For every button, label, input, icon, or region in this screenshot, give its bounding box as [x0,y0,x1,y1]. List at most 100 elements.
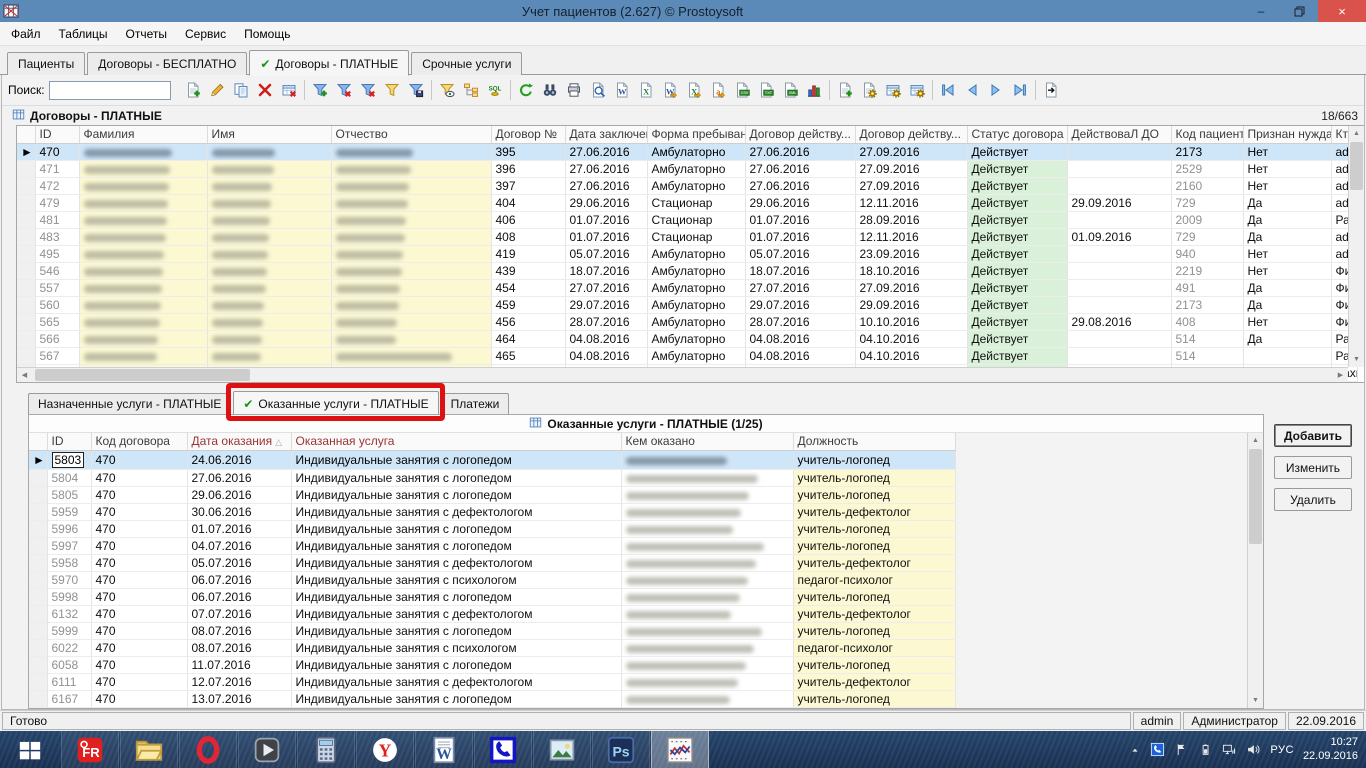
row-selector[interactable] [29,605,47,622]
sql-query-icon[interactable]: SQL [483,78,507,102]
export-word-icon[interactable]: W [610,78,634,102]
row-selector[interactable] [29,588,47,605]
subtable-add-icon[interactable] [833,78,857,102]
column-header[interactable]: Договор действу... [855,126,967,143]
table-row[interactable]: 49541905.07.2016Амбулаторно05.07.201623.… [17,245,1357,262]
table-row[interactable]: 47139627.06.2016Амбулаторно27.06.201627.… [17,160,1357,177]
scroll-up-icon[interactable]: ▲ [1248,433,1263,448]
table-row[interactable]: 56545628.07.2016Амбулаторно28.07.201610.… [17,313,1357,330]
flag-icon[interactable] [1174,742,1189,757]
table-row[interactable]: 613247007.07.2016Индивидуальные занятия … [29,605,955,622]
table-row[interactable]: 47940429.06.2016Стационар29.06.201612.11… [17,194,1357,211]
table-row[interactable]: 605847011.07.2016Индивидуальные занятия … [29,656,955,673]
row-selector[interactable] [17,313,35,330]
taskbar-yandex-icon[interactable]: Y [356,731,414,768]
taskbar-opera-icon[interactable] [179,731,237,768]
table-row[interactable]: 599847006.07.2016Индивидуальные занятия … [29,588,955,605]
search-input[interactable] [49,81,171,100]
scroll-down-icon[interactable]: ▼ [1349,352,1364,367]
scroll-thumb[interactable] [1350,142,1363,190]
export-doc-icon[interactable]: a [706,78,730,102]
group-tree-icon[interactable] [459,78,483,102]
column-header[interactable]: Фамилия [79,126,207,143]
nav-last-icon[interactable] [1008,78,1032,102]
row-selector[interactable]: ► [17,143,35,160]
column-header[interactable]: ДействоваЛ ДО [1067,126,1171,143]
row-selector[interactable] [17,262,35,279]
table-row[interactable]: 580547029.06.2016Индивидуальные занятия … [29,486,955,503]
table-row[interactable]: ►47039527.06.2016Амбулаторно27.06.201627… [17,143,1357,160]
row-selector[interactable] [17,177,35,194]
tab-Срочные услуги[interactable]: Срочные услуги [411,52,522,75]
print-preview-icon[interactable] [586,78,610,102]
table-row[interactable]: 597047006.07.2016Индивидуальные занятия … [29,571,955,588]
table-row[interactable]: 611147012.07.2016Индивидуальные занятия … [29,673,955,690]
chart-icon[interactable] [802,78,826,102]
subtab-Платежи[interactable]: Платежи [441,393,510,414]
filter-add-icon[interactable] [308,78,332,102]
column-header[interactable]: Статус договора△ [967,126,1067,143]
scroll-right-icon[interactable]: ▶ [1333,368,1348,382]
export-csv-icon[interactable]: CSV [730,78,754,102]
taskbar-phone-app-icon[interactable] [474,731,532,768]
services-vertical-scrollbar[interactable]: ▲ ▼ [1247,433,1263,708]
contracts-horizontal-scrollbar[interactable]: ◀ ▶ [17,367,1348,382]
export-excel-icon[interactable]: X [634,78,658,102]
add-button[interactable]: Добавить [1274,424,1352,447]
refresh-icon[interactable] [514,78,538,102]
subtab-Оказанные услуги - ПЛАТНЫЕ[interactable]: ✔Оказанные услуги - ПЛАТНЫЕ [233,391,438,414]
network-icon[interactable] [1222,742,1237,757]
taskbar-player-icon[interactable] [238,731,296,768]
menu-item-Помощь[interactable]: Помощь [235,24,299,44]
row-selector[interactable] [29,554,47,571]
column-header[interactable]: Отчество [331,126,491,143]
table-row[interactable]: 56746504.08.2016Амбулаторно04.08.201604.… [17,347,1357,364]
row-selector[interactable] [29,469,47,486]
tab-Пациенты[interactable]: Пациенты [7,52,85,75]
column-header[interactable]: Признан нуждаю... [1243,126,1331,143]
nav-next-icon[interactable] [984,78,1008,102]
row-selector[interactable] [29,537,47,554]
row-selector[interactable] [29,690,47,707]
record-properties-icon[interactable] [857,78,881,102]
table-row[interactable]: 56045929.07.2016Амбулаторно29.07.201629.… [17,296,1357,313]
language-indicator[interactable]: РУС [1270,744,1294,756]
export-txt-icon[interactable]: TXT [754,78,778,102]
delete-button[interactable]: Удалить [1274,488,1352,511]
export-excel-merge-icon[interactable]: X [682,78,706,102]
table-row[interactable]: 56646404.08.2016Амбулаторно04.08.201604.… [17,330,1357,347]
speaker-icon[interactable] [1246,742,1261,757]
row-selector[interactable] [17,160,35,177]
taskbar-photos-icon[interactable] [533,731,591,768]
export-word-merge-icon[interactable]: W [658,78,682,102]
nav-first-icon[interactable] [936,78,960,102]
row-selector[interactable] [29,622,47,639]
column-header[interactable]: Кем оказано [621,433,793,450]
filter-clear-icon[interactable] [356,78,380,102]
taskbar-start-button[interactable] [0,731,60,768]
row-selector[interactable] [29,707,47,709]
taskbar-calculator-icon[interactable] [297,731,355,768]
tray-phone-icon[interactable] [1150,742,1165,757]
find-icon[interactable] [538,78,562,102]
minimize-button[interactable]: – [1242,0,1280,22]
table-settings-icon[interactable] [905,78,929,102]
row-selector[interactable] [17,245,35,262]
edit-record-icon[interactable] [205,78,229,102]
scroll-left-icon[interactable]: ◀ [17,368,32,382]
delete-record-icon[interactable] [253,78,277,102]
scroll-thumb[interactable] [35,369,250,381]
row-selector[interactable] [29,656,47,673]
battery-icon[interactable] [1198,742,1213,757]
taskbar-explorer-icon[interactable] [120,731,178,768]
table-row[interactable]: 580447027.06.2016Индивидуальные занятия … [29,469,955,486]
close-button[interactable]: × [1318,0,1366,22]
row-selector[interactable] [17,194,35,211]
copy-record-icon[interactable] [229,78,253,102]
column-header[interactable]: ID [47,433,91,450]
filter-save-icon[interactable] [404,78,428,102]
nav-prev-icon[interactable] [960,78,984,102]
row-selector[interactable] [17,296,35,313]
row-selector[interactable] [29,673,47,690]
taskbar-fastreport-icon[interactable]: FR [61,731,119,768]
